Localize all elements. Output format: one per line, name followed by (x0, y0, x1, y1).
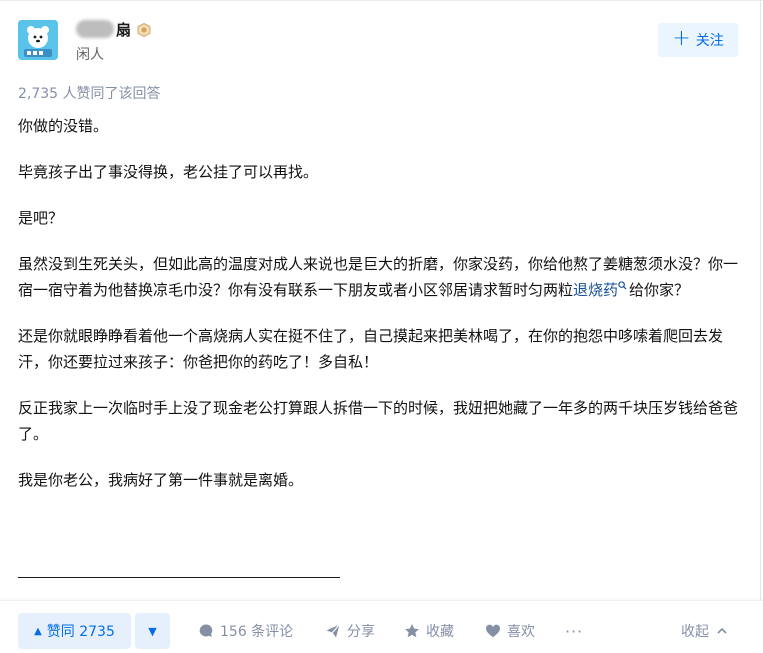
favorite-label: 收藏 (426, 624, 454, 640)
like-button[interactable]: 喜欢 (485, 613, 535, 649)
paragraph: 你做的没错。 (18, 117, 109, 135)
paragraph: 反正我家上一次临时手上没了现金老公打算跟人拆借一下的时候，我妞把她藏了一年多的两… (18, 399, 739, 443)
paragraph: 是吧？ (18, 209, 64, 227)
like-label: 喜欢 (507, 624, 535, 640)
chevron-up-icon (717, 627, 727, 634)
paragraph: 毕竟孩子出了事没得换，老公挂了可以再找。 (18, 163, 319, 181)
paragraph: 还是你就眼睁睁看着他一个高烧病人实在挺不住了，自己摸起来把美林喝了，在你的抱怨中… (18, 327, 724, 371)
more-icon: ··· (565, 621, 584, 641)
paragraph-with-link: 虽然没到生死关头，但如此高的温度对成人来说也是巨大的折磨，你家没药，你给他熬了姜… (18, 251, 738, 303)
share-icon (326, 624, 340, 638)
triangle-down-icon: ▼ (148, 624, 157, 638)
comment-icon (199, 624, 213, 637)
upvote-label: 赞同 2735 (46, 624, 115, 640)
star-icon (405, 624, 419, 638)
top-border (0, 0, 763, 1)
author-name-row: 扇 (76, 18, 151, 40)
follow-button[interactable]: + 关注 (658, 23, 738, 57)
action-bar: ▲ 赞同 2735 ▼ 156 条评论 分享 收藏 喜欢 ··· 收起 (0, 600, 763, 653)
follow-label: 关注 (695, 33, 724, 49)
upvote-button[interactable]: ▲ 赞同 2735 (18, 613, 131, 649)
triangle-up-icon: ▲ (34, 625, 42, 637)
downvote-button[interactable]: ▼ (135, 613, 170, 649)
author-description: 闲人 (76, 47, 104, 63)
collapse-label: 收起 (681, 624, 709, 640)
share-label: 分享 (347, 624, 375, 640)
author-name[interactable]: 扇 (116, 19, 131, 40)
right-border (760, 0, 761, 652)
share-button[interactable]: 分享 (325, 613, 375, 649)
answer-author-header: 扇 闲人 + 关注 (18, 18, 738, 68)
search-link-text: 退烧药 (573, 281, 619, 299)
answer-content: 你做的没错。 毕竟孩子出了事没得换，老公挂了可以再找。 是吧？ 虽然没到生死关头… (18, 113, 738, 513)
paragraph: 我是你老公，我病好了第一件事就是离婚。 (18, 471, 304, 489)
search-icon (618, 281, 627, 290)
paragraph-text-tail: 给你家？ (629, 281, 690, 299)
content-divider (18, 577, 340, 578)
favorite-button[interactable]: 收藏 (404, 613, 454, 649)
more-button[interactable]: ··· (565, 613, 583, 649)
collapse-button[interactable]: 收起 (681, 613, 734, 649)
search-link[interactable]: 退烧药 (573, 281, 629, 299)
comment-button[interactable]: 156 条评论 (198, 613, 293, 649)
plus-icon: + (672, 26, 691, 51)
heart-icon (485, 624, 501, 638)
badge-icon[interactable] (137, 22, 151, 38)
comment-label: 156 条评论 (220, 624, 294, 640)
author-avatar[interactable] (18, 20, 58, 60)
vote-summary: 2,735 人赞同了该回答 (18, 86, 161, 102)
blurred-name (76, 20, 114, 38)
